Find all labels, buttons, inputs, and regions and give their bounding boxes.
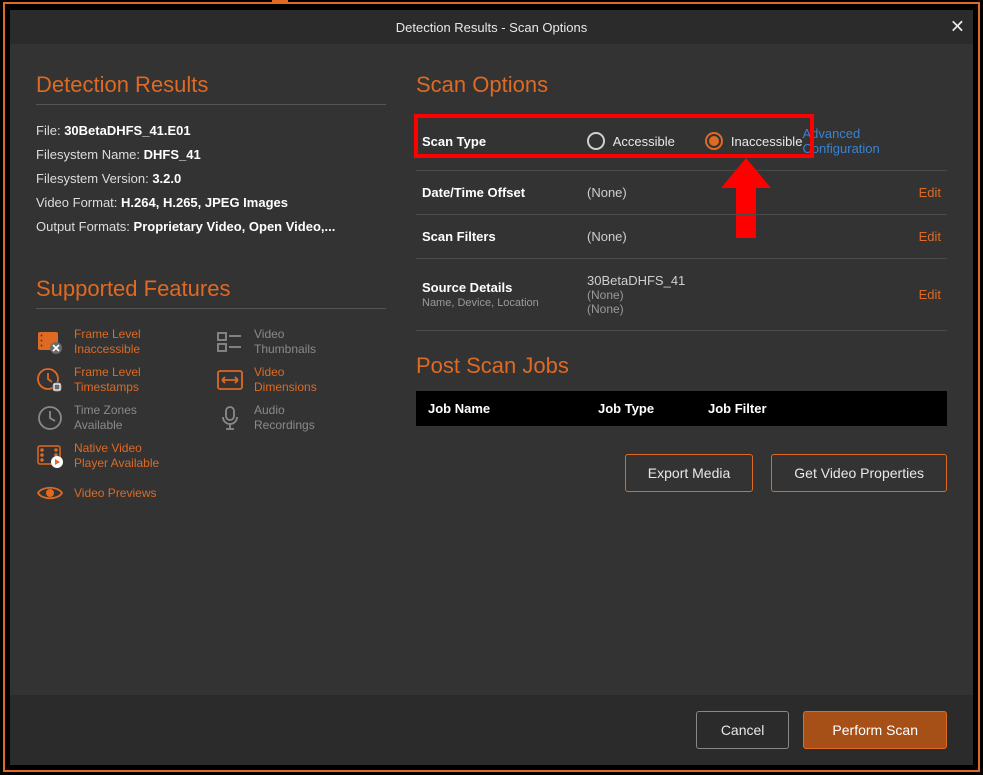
feature-label: Video Dimensions [254,365,317,395]
datetime-offset-row: Date/Time Offset (None) Edit [416,171,947,215]
info-value: DHFS_41 [144,147,201,162]
col-job-filter: Job Filter [708,401,935,416]
eye-icon [36,479,64,507]
feature-label: Video Previews [74,486,157,501]
info-label: Output Formats: [36,219,130,234]
scan-options-heading: Scan Options [416,72,947,104]
radio-inaccessible[interactable]: Inaccessible [705,132,803,150]
edit-link[interactable]: Edit [919,185,941,200]
radio-accessible[interactable]: Accessible [587,132,675,150]
radio-circle-icon [587,132,605,150]
radio-label: Accessible [613,134,675,149]
get-video-properties-button[interactable]: Get Video Properties [771,454,947,492]
edit-link[interactable]: Edit [919,229,941,244]
export-media-button[interactable]: Export Media [625,454,753,492]
titlebar: Detection Results - Scan Options ✕ [10,10,973,44]
feature-video-thumbnails: Video Thumbnails [216,327,386,357]
source-details-row: Source Details Name, Device, Location 30… [416,259,947,331]
thumbnails-icon [216,328,244,356]
detection-info: File: 30BetaDHFS_41.E01 Filesystem Name:… [36,123,386,234]
perform-scan-button[interactable]: Perform Scan [803,711,947,749]
row-value: 30BetaDHFS_41 (None) (None) [587,273,919,316]
clock-badge-icon [36,366,64,394]
scan-type-radio-group: Accessible Inaccessible [587,132,803,150]
info-row-fsver: Filesystem Version: 3.2.0 [36,171,386,186]
dialog-footer: Cancel Perform Scan [10,695,973,765]
cancel-button[interactable]: Cancel [696,711,790,749]
feature-frame-level-inaccessible: Frame Level Inaccessible [36,327,206,357]
info-row-file: File: 30BetaDHFS_41.E01 [36,123,386,138]
edit-link[interactable]: Edit [919,287,941,302]
jobs-buttons: Export Media Get Video Properties [416,454,947,492]
info-label: Video Format: [36,195,117,210]
row-value: (None) [587,229,919,244]
feature-video-previews: Video Previews [36,479,206,507]
close-icon[interactable]: ✕ [950,17,965,38]
radio-circle-icon [705,132,723,150]
dialog-body: Detection Results File: 30BetaDHFS_41.E0… [10,44,973,695]
radio-label: Inaccessible [731,134,803,149]
info-row-oformat: Output Formats: Proprietary Video, Open … [36,219,386,234]
right-column: Scan Options Scan Type Accessible Inacce… [416,72,947,695]
scan-filters-row: Scan Filters (None) Edit [416,215,947,259]
scan-type-label: Scan Type [422,134,587,149]
feature-label: Audio Recordings [254,403,315,433]
dimensions-icon [216,366,244,394]
scan-type-row: Scan Type Accessible Inaccessible Advanc… [416,110,947,171]
post-scan-jobs-heading: Post Scan Jobs [416,353,947,385]
decorative-top-tick [272,0,288,3]
info-value: 3.2.0 [152,171,181,186]
film-x-icon [36,328,64,356]
row-label: Source Details Name, Device, Location [422,280,587,309]
feature-audio-recordings: Audio Recordings [216,403,386,433]
info-label: Filesystem Name: [36,147,140,162]
left-column: Detection Results File: 30BetaDHFS_41.E0… [36,72,386,695]
supported-features-heading: Supported Features [36,276,386,309]
feature-label: Time Zones Available [74,403,137,433]
features-grid: Frame Level Inaccessible Video Thumbnail… [36,327,386,507]
microphone-icon [216,404,244,432]
film-play-icon [36,442,64,470]
info-value: Proprietary Video, Open Video,... [134,219,336,234]
feature-label: Video Thumbnails [254,327,316,357]
col-job-name: Job Name [428,401,598,416]
row-value: (None) [587,185,919,200]
info-value: 30BetaDHFS_41.E01 [64,123,190,138]
info-label: File: [36,123,61,138]
feature-label: Frame Level Inaccessible [74,327,141,357]
feature-label: Native Video Player Available [74,441,159,471]
info-value: H.264, H.265, JPEG Images [121,195,288,210]
window-title: Detection Results - Scan Options [396,20,587,35]
row-label: Date/Time Offset [422,185,587,200]
jobs-table-header: Job Name Job Type Job Filter [416,391,947,426]
feature-frame-level-timestamps: Frame Level Timestamps [36,365,206,395]
info-row-vformat: Video Format: H.264, H.265, JPEG Images [36,195,386,210]
dialog-window: Detection Results - Scan Options ✕ Detec… [10,10,973,765]
col-job-type: Job Type [598,401,708,416]
clock-icon [36,404,64,432]
feature-time-zones: Time Zones Available [36,403,206,433]
detection-results-heading: Detection Results [36,72,386,105]
feature-label: Frame Level Timestamps [74,365,141,395]
info-label: Filesystem Version: [36,171,149,186]
row-label: Scan Filters [422,229,587,244]
feature-video-dimensions: Video Dimensions [216,365,386,395]
advanced-configuration-link[interactable]: Advanced Configuration [802,126,941,156]
info-row-fsname: Filesystem Name: DHFS_41 [36,147,386,162]
feature-native-video-player: Native Video Player Available [36,441,206,471]
